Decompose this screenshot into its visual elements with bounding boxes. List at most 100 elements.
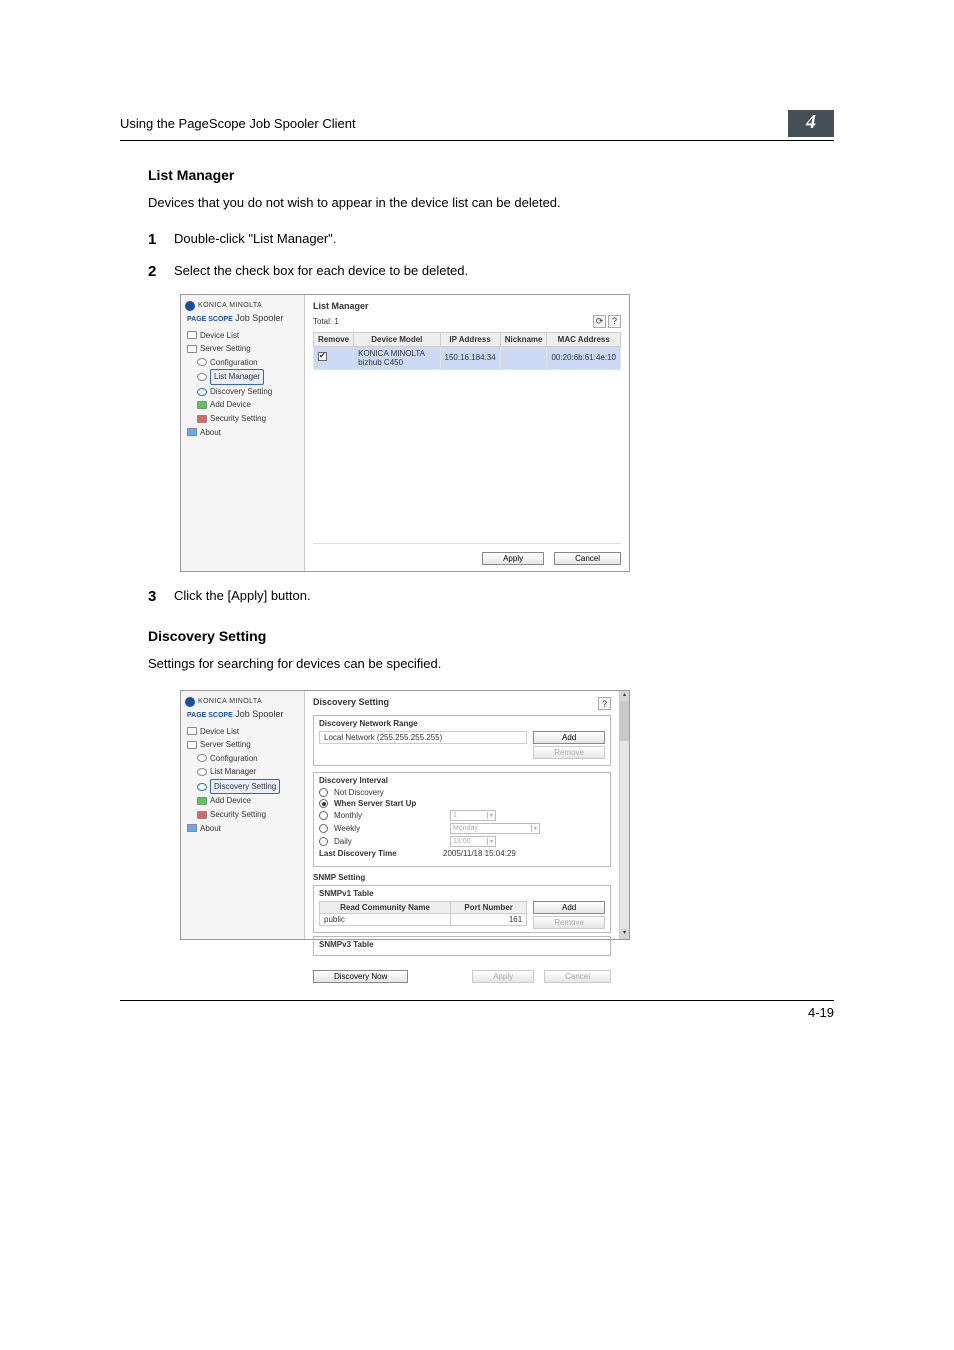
cell-ip: 150.16.184.34 <box>440 346 500 369</box>
remove-checkbox[interactable] <box>318 352 327 361</box>
nav-add-device[interactable]: Add Device <box>185 794 300 808</box>
remove-button[interactable]: Remove <box>533 916 605 929</box>
radio-daily[interactable] <box>319 837 328 846</box>
discovery-now-button[interactable]: Discovery Now <box>313 970 408 983</box>
search-icon <box>197 388 207 396</box>
cell-local-network: Local Network (255.255.255.255) <box>320 731 527 743</box>
col-nick[interactable]: Nickname <box>500 332 547 346</box>
nav-about[interactable]: About <box>185 426 300 440</box>
nav-sidebar: KONICA MINOLTA PAGE SCOPE Job Spooler De… <box>181 691 305 939</box>
scroll-up-icon[interactable]: ▴ <box>620 691 629 701</box>
device-table: Remove Device Model IP Address Nickname … <box>313 332 621 370</box>
chapter-badge: 4 <box>788 110 834 137</box>
gear-icon <box>197 768 207 776</box>
brand-product-name: Job Spooler <box>235 313 283 323</box>
step-text: Click the [Apply] button. <box>174 586 311 609</box>
nav-list-manager[interactable]: List Manager <box>185 765 300 779</box>
cell-mac: 00:20:6b:61:4e:10 <box>547 346 621 369</box>
col-ip[interactable]: IP Address <box>440 332 500 346</box>
gear-icon <box>197 754 207 762</box>
plus-icon <box>197 797 207 805</box>
apply-button[interactable]: Apply <box>482 552 544 565</box>
chevron-down-icon: ▾ <box>487 812 493 819</box>
add-button[interactable]: Add <box>533 901 605 914</box>
radio-monthly[interactable] <box>319 811 328 820</box>
nav-server-setting[interactable]: Server Setting <box>185 342 300 356</box>
list-icon <box>187 331 197 339</box>
radio-when-start[interactable] <box>319 799 328 808</box>
page-header: Using the PageScope Job Spooler Client 4 <box>120 110 834 141</box>
weekly-select[interactable]: Monday▾ <box>450 823 540 834</box>
chevron-down-icon: ▾ <box>531 825 537 832</box>
nav-add-device[interactable]: Add Device <box>185 398 300 412</box>
col-port-number[interactable]: Port Number <box>451 901 527 913</box>
remove-button[interactable]: Remove <box>533 746 605 759</box>
panel-title: Discovery Setting <box>313 697 389 707</box>
help-button[interactable]: ? <box>608 315 621 328</box>
brand-name: KONICA MINOLTA <box>198 698 262 705</box>
brand-product-name: Job Spooler <box>235 709 283 719</box>
col-model[interactable]: Device Model <box>354 332 440 346</box>
cancel-button[interactable]: Cancel <box>554 552 621 565</box>
brand-prefix: PAGE SCOPE <box>187 316 233 323</box>
step-2: 2 Select the check box for each device t… <box>148 261 834 284</box>
table-row[interactable]: public161 <box>320 913 527 925</box>
screenshot-list-manager: KONICA MINOLTA PAGE SCOPE Job Spooler De… <box>180 294 630 572</box>
step-number: 1 <box>148 229 162 252</box>
col-mac[interactable]: MAC Address <box>547 332 621 346</box>
nav-device-list[interactable]: Device List <box>185 725 300 739</box>
section-heading-list-manager: List Manager <box>148 167 834 183</box>
plus-icon <box>197 401 207 409</box>
total-count: Total: 1 <box>313 317 339 326</box>
step-1: 1 Double-click "List Manager". <box>148 229 834 252</box>
brand-row: KONICA MINOLTA <box>185 697 300 707</box>
snmpv1-title: SNMPv1 Table <box>319 889 605 898</box>
nav-configuration[interactable]: Configuration <box>185 752 300 766</box>
col-remove[interactable]: Remove <box>314 332 354 346</box>
nav-about[interactable]: About <box>185 822 300 836</box>
step-text: Select the check box for each device to … <box>174 261 468 284</box>
table-row[interactable]: Local Network (255.255.255.255) <box>320 731 527 743</box>
nav-security-setting[interactable]: Security Setting <box>185 808 300 822</box>
folder-icon <box>187 741 197 749</box>
interval-block: Discovery Interval Not Discovery When Se… <box>313 772 611 867</box>
cancel-button[interactable]: Cancel <box>544 970 611 983</box>
radio-weekly[interactable] <box>319 824 328 833</box>
help-button[interactable]: ? <box>598 697 611 710</box>
last-discovery-label: Last Discovery Time <box>319 849 437 858</box>
nav-server-setting[interactable]: Server Setting <box>185 738 300 752</box>
nav-configuration[interactable]: Configuration <box>185 356 300 370</box>
apply-button[interactable]: Apply <box>472 970 534 983</box>
nav-device-list[interactable]: Device List <box>185 329 300 343</box>
refresh-button[interactable]: ⟳ <box>593 315 606 328</box>
brand-prefix: PAGE SCOPE <box>187 712 233 719</box>
step-number: 2 <box>148 261 162 284</box>
header-title: Using the PageScope Job Spooler Client <box>120 116 356 131</box>
page-footer: 4-19 <box>120 1000 834 1020</box>
folder-icon <box>187 345 197 353</box>
scrollbar[interactable]: ▴ ▾ <box>619 691 629 939</box>
gear-icon <box>197 358 207 366</box>
lock-icon <box>197 811 207 819</box>
brand-product: PAGE SCOPE Job Spooler <box>187 313 300 323</box>
radio-not-discovery[interactable] <box>319 788 328 797</box>
nav-security-setting[interactable]: Security Setting <box>185 412 300 426</box>
nav-discovery-setting[interactable]: Discovery Setting <box>185 385 300 399</box>
info-icon <box>187 824 197 832</box>
table-row[interactable]: KONICA MINOLTA bizhub C450 150.16.184.34… <box>314 346 621 369</box>
col-read-community[interactable]: Read Community Name <box>320 901 451 913</box>
monthly-input[interactable]: 1▾ <box>450 810 496 821</box>
add-button[interactable]: Add <box>533 731 605 744</box>
scroll-thumb[interactable] <box>620 701 629 741</box>
scroll-down-icon[interactable]: ▾ <box>620 929 629 939</box>
snmpv3-title: SNMPv3 Table <box>319 940 605 949</box>
brand-dot-icon <box>185 697 195 707</box>
page-number: 4-19 <box>808 1005 834 1020</box>
daily-input[interactable]: 13:00▾ <box>450 836 496 847</box>
step-3: 3 Click the [Apply] button. <box>148 586 834 609</box>
main-panel-list-manager: List Manager Total: 1 ⟳ ? Remove Device … <box>305 295 629 571</box>
nav-discovery-setting[interactable]: Discovery Setting <box>185 779 300 795</box>
network-range-block: Discovery Network Range Local Network (2… <box>313 715 611 766</box>
nav-list-manager[interactable]: List Manager <box>185 369 300 385</box>
step-text: Double-click "List Manager". <box>174 229 336 252</box>
